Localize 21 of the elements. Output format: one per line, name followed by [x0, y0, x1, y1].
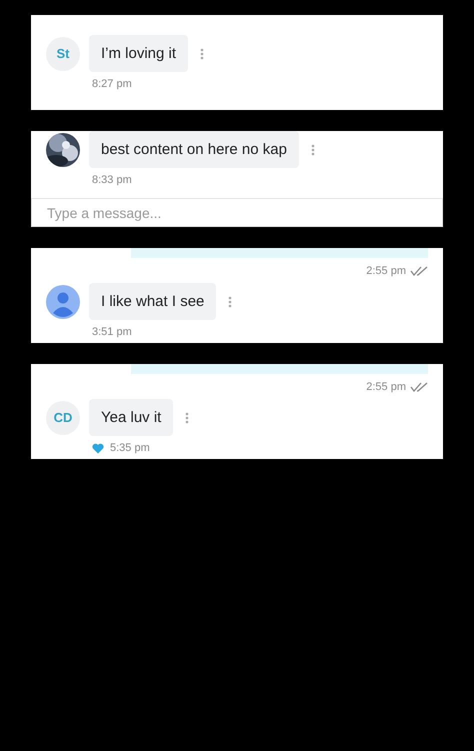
- message-bubble: I’m loving it: [89, 35, 188, 72]
- message-time: 8:33 pm: [92, 174, 132, 186]
- message-bubble: I like what I see: [89, 283, 216, 320]
- message-time: 5:35 pm: [110, 442, 150, 454]
- message-time: 2:55 pm: [366, 381, 406, 393]
- double-check-icon: [410, 382, 428, 392]
- more-options-icon[interactable]: [228, 296, 232, 308]
- message-bubble: best content on here no kap: [89, 131, 299, 168]
- message-input-field[interactable]: Type a message...: [31, 198, 443, 227]
- message-bubble: Yea luv it: [89, 399, 174, 436]
- more-options-icon[interactable]: [200, 48, 204, 60]
- double-check-icon: [410, 266, 428, 276]
- more-options-icon[interactable]: [310, 144, 315, 156]
- avatar: St: [46, 36, 80, 70]
- avatar: [46, 284, 80, 318]
- message-time: 2:55 pm: [366, 265, 406, 277]
- avatar: CD: [46, 400, 80, 434]
- message-time: 8:27 pm: [92, 78, 132, 90]
- more-options-icon[interactable]: [185, 412, 190, 424]
- heart-icon[interactable]: [92, 442, 104, 454]
- message-time: 3:51 pm: [92, 326, 132, 338]
